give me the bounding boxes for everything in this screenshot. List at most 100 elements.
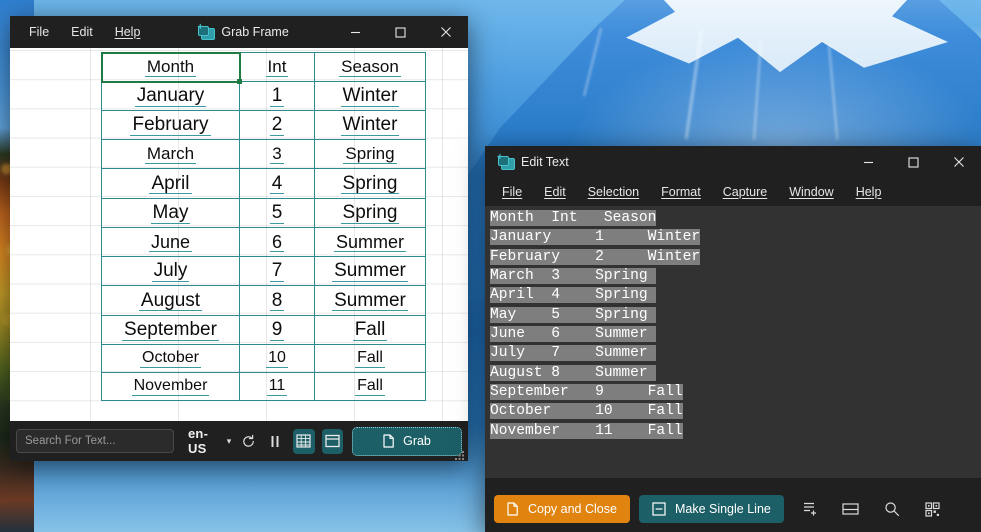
- language-selector-label[interactable]: en-US: [188, 426, 220, 456]
- cell-text: Fall: [352, 319, 388, 341]
- table-cell[interactable]: Winter: [314, 110, 426, 140]
- menu-item-selection[interactable]: Selection: [577, 180, 650, 204]
- table-cell[interactable]: July: [101, 256, 240, 286]
- table-cell[interactable]: October: [101, 344, 240, 373]
- chevron-down-icon[interactable]: ▾: [227, 436, 232, 447]
- table-cell[interactable]: Summer: [314, 285, 426, 316]
- table-cell[interactable]: January: [101, 81, 240, 111]
- menu-item-edit[interactable]: Edit: [533, 180, 577, 204]
- qr-code-icon[interactable]: [918, 495, 948, 523]
- minimize-button[interactable]: [846, 146, 891, 178]
- table-cell[interactable]: 7: [239, 256, 315, 286]
- cell-text: May: [150, 202, 191, 224]
- search-input[interactable]: [16, 429, 174, 453]
- menu-item-edit[interactable]: Edit: [60, 20, 104, 44]
- selected-text: Month Int Season: [490, 210, 657, 226]
- minimize-button[interactable]: [333, 16, 378, 48]
- window-frame-icon[interactable]: [321, 428, 343, 454]
- maximize-button[interactable]: [891, 146, 936, 178]
- table-cell[interactable]: Spring: [314, 168, 426, 199]
- table-cell[interactable]: 10: [239, 344, 315, 373]
- table-row: February 2 Winter: [101, 110, 426, 140]
- table-cell[interactable]: February: [101, 110, 240, 140]
- cell-text: 8: [269, 289, 285, 312]
- maximize-button[interactable]: [378, 16, 423, 48]
- table-cell[interactable]: April: [101, 168, 240, 199]
- month-season-table: Month Int Season January 1 Winter February 2 Win…: [100, 51, 426, 401]
- grab-frame-titlebar: File Edit Help + Grab Frame: [10, 16, 468, 48]
- grab-frame-menubar: File Edit Help: [10, 20, 151, 44]
- pause-icon[interactable]: [265, 428, 286, 454]
- table-header-cell[interactable]: Int: [239, 52, 315, 82]
- cell-text: Int: [265, 57, 289, 77]
- edit-text-title-text: Edit Text: [521, 155, 569, 169]
- menu-item-help[interactable]: Help: [104, 20, 152, 44]
- cell-text: 1: [269, 85, 285, 107]
- menu-item-window[interactable]: Window: [778, 180, 844, 204]
- menu-label: File: [502, 185, 523, 199]
- menu-item-file[interactable]: File: [18, 20, 60, 44]
- cell-text: 10: [266, 349, 288, 368]
- table-cell[interactable]: Winter: [314, 81, 426, 111]
- table-cell[interactable]: Fall: [314, 344, 426, 373]
- table-cell[interactable]: 2: [239, 110, 315, 140]
- grab-frame-title-text: Grab Frame: [221, 25, 289, 39]
- table-cell[interactable]: 9: [239, 315, 315, 345]
- cell-text: Summer: [332, 260, 408, 282]
- cell-text: 7: [269, 260, 285, 282]
- table-cell[interactable]: August: [101, 285, 240, 316]
- table-cell[interactable]: May: [101, 198, 240, 228]
- table-cell[interactable]: 3: [239, 139, 315, 169]
- close-button[interactable]: [423, 16, 468, 48]
- table-cell[interactable]: 6: [239, 227, 315, 257]
- table-row: August 8 Summer: [101, 285, 426, 316]
- close-button[interactable]: [936, 146, 981, 178]
- cell-text: Summer: [333, 231, 406, 253]
- cell-text: Season: [339, 57, 401, 77]
- table-cell[interactable]: Summer: [314, 227, 426, 257]
- search-icon[interactable]: [877, 495, 907, 523]
- table-cell[interactable]: 11: [239, 372, 315, 401]
- table-row: January 1 Winter: [101, 81, 426, 111]
- table-cell[interactable]: March: [101, 139, 240, 169]
- table-cell[interactable]: 1: [239, 81, 315, 111]
- text-line: August 8 Summer: [490, 364, 981, 383]
- table-cell[interactable]: Fall: [314, 372, 426, 401]
- text-line: February 2 Winter: [490, 248, 981, 267]
- add-line-icon[interactable]: [795, 495, 825, 523]
- table-cell[interactable]: September: [101, 315, 240, 345]
- grab-button[interactable]: Grab: [352, 426, 462, 456]
- table-header-cell[interactable]: Season: [314, 52, 426, 82]
- menu-item-capture[interactable]: Capture: [712, 180, 778, 204]
- table-grid-icon[interactable]: [293, 428, 315, 454]
- menu-item-file[interactable]: File: [491, 180, 533, 204]
- maximize-icon: [908, 156, 919, 168]
- table-cell[interactable]: Spring: [314, 139, 426, 169]
- menu-item-help[interactable]: Help: [845, 180, 893, 204]
- selected-text: February 2 Winter: [490, 248, 701, 265]
- menu-label: Help: [855, 185, 882, 199]
- table-cell[interactable]: 5: [239, 198, 315, 228]
- table-cell[interactable]: Spring: [314, 198, 426, 228]
- make-single-line-button[interactable]: Make Single Line: [638, 495, 784, 523]
- minimize-icon: [864, 161, 873, 163]
- table-cell[interactable]: Summer: [314, 256, 426, 286]
- table-cell[interactable]: Fall: [314, 315, 426, 345]
- edit-text-content[interactable]: Month Int Season January 1 Winter February…: [485, 206, 981, 478]
- table-cell[interactable]: 4: [239, 168, 315, 199]
- table-cell[interactable]: November: [101, 372, 240, 401]
- table-header-cell[interactable]: Month: [100, 51, 243, 85]
- menu-label: File: [29, 25, 50, 39]
- single-line-icon: [652, 502, 666, 516]
- table-cell[interactable]: 8: [239, 285, 315, 316]
- menu-label: Format: [661, 185, 701, 199]
- refresh-icon[interactable]: [237, 428, 258, 454]
- table-cell[interactable]: June: [101, 227, 240, 257]
- split-view-icon[interactable]: [836, 495, 866, 523]
- resize-grip-icon[interactable]: [454, 448, 465, 460]
- menu-item-format[interactable]: Format: [650, 180, 712, 204]
- cell-text: October: [140, 349, 201, 368]
- cell-text: April: [149, 172, 192, 195]
- copy-and-close-label: Copy and Close: [528, 502, 617, 516]
- copy-and-close-button[interactable]: Copy and Close: [494, 495, 630, 523]
